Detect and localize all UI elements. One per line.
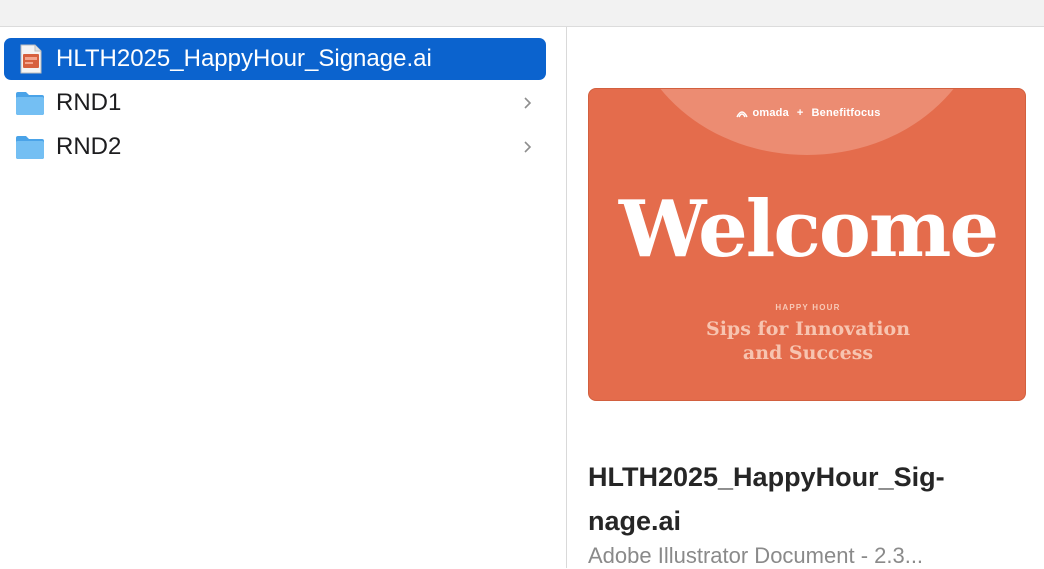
file-column[interactable]: HLTH2025_HappyHour_Signage.ai RND1 RND2	[0, 27, 566, 568]
folder-row-rnd2[interactable]: RND2	[4, 126, 546, 168]
preview-pane: omada + Benefitfocus Welcome HAPPY HOUR Si…	[567, 27, 1044, 568]
folder-icon	[14, 132, 46, 162]
chevron-right-icon	[518, 138, 536, 156]
folder-name-label: RND2	[56, 133, 122, 160]
tagline-line-1: Sips for Innovation	[705, 318, 911, 340]
preview-file-kind: Adobe Illustrator Document - 2.3...	[588, 543, 924, 568]
folder-name-label: RND1	[56, 89, 122, 116]
thumbnail-eyebrow: HAPPY HOUR	[775, 303, 841, 312]
brand-benefitfocus: Benefitfocus	[811, 107, 881, 120]
brand-omada: omada	[752, 107, 789, 120]
preview-filename-line-2: nage.ai	[588, 506, 682, 536]
preview-filename-line-1: HLTH2025_HappyHour_Sig-	[588, 462, 945, 492]
window-toolbar	[0, 0, 1044, 27]
thumbnail-tagline: Sips for Innovation and Success	[589, 317, 1025, 365]
preview-filename: HLTH2025_HappyHour_Sig- nage.ai	[588, 455, 1008, 543]
illustrator-file-icon	[14, 44, 46, 74]
omada-logo-icon	[736, 111, 749, 118]
thumbnail-arc-decoration	[629, 89, 985, 155]
chevron-right-icon	[518, 94, 536, 112]
thumbnail-brand-lockup: omada + Benefitfocus	[589, 107, 1025, 120]
brand-separator: +	[796, 107, 804, 120]
tagline-line-2: and Success	[742, 342, 874, 364]
thumbnail-headline: Welcome	[618, 184, 999, 275]
folder-icon	[14, 88, 46, 118]
file-row-signage[interactable]: HLTH2025_HappyHour_Signage.ai	[4, 38, 546, 80]
folder-row-rnd1[interactable]: RND1	[4, 82, 546, 124]
file-thumbnail[interactable]: omada + Benefitfocus Welcome HAPPY HOUR Si…	[588, 88, 1026, 401]
file-name-label: HLTH2025_HappyHour_Signage.ai	[56, 45, 432, 72]
